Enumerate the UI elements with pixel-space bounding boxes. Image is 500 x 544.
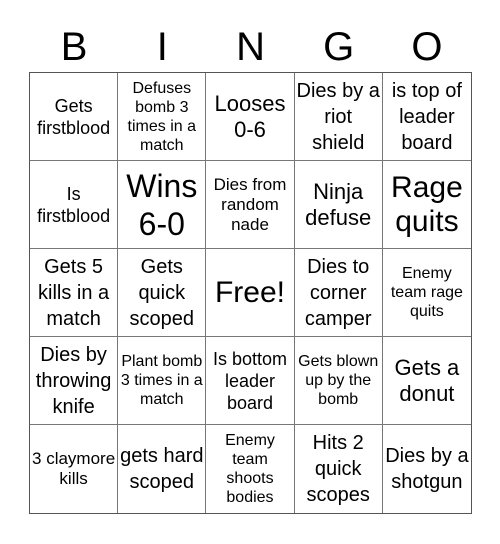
header-letter-g: G [323, 25, 355, 69]
bingo-cell[interactable]: 3 claymore kills [30, 425, 119, 513]
bingo-cell[interactable]: Plant bomb 3 times in a match [118, 337, 207, 425]
bingo-free-space[interactable]: Free! [206, 249, 295, 337]
bingo-cell[interactable]: Gets firstblood [30, 73, 119, 161]
header-letter-n: N [236, 25, 265, 69]
bingo-cell[interactable]: Gets a donut [382, 337, 471, 425]
bingo-cell[interactable]: Dies by a shotgun [383, 425, 471, 513]
bingo-cell[interactable]: Gets blown up by the bomb [294, 337, 383, 425]
bingo-cell[interactable]: Defuses bomb 3 times in a match [118, 73, 207, 161]
header-letter-o: O [411, 25, 443, 69]
bingo-cell[interactable]: Gets quick scoped [118, 249, 207, 337]
bingo-cell[interactable]: Wins 6-0 [118, 161, 207, 249]
bingo-cell[interactable]: Is bottom leader board [206, 337, 295, 425]
bingo-cell[interactable]: Dies to corner camper [294, 249, 383, 337]
header-letter-i: I [156, 25, 168, 69]
bingo-cell[interactable]: is top of leader board [382, 73, 471, 161]
bingo-cell[interactable]: gets hard scoped [118, 425, 207, 513]
bingo-cell[interactable]: Looses 0-6 [206, 73, 295, 161]
bingo-cell[interactable]: Enemy team rage quits [382, 249, 471, 337]
bingo-cell[interactable]: Is firstblood [30, 161, 119, 249]
bingo-header: B I N G O [30, 22, 471, 72]
header-letter-b: B [60, 25, 88, 69]
bingo-card-grid: Gets firstblood Defuses bomb 3 times in … [29, 72, 472, 514]
bingo-cell[interactable]: Enemy team shoots bodies [206, 425, 295, 513]
bingo-cell[interactable]: Dies by a riot shield [294, 73, 383, 161]
bingo-cell[interactable]: Ninja defuse [294, 161, 383, 249]
bingo-cell[interactable]: Hits 2 quick scopes [295, 425, 383, 513]
bingo-cell[interactable]: Gets 5 kills in a match [30, 249, 119, 337]
bingo-cell[interactable]: Rage quits [382, 161, 471, 249]
bingo-cell[interactable]: Dies from random nade [206, 161, 295, 249]
bingo-cell[interactable]: Dies by throwing knife [30, 337, 119, 425]
